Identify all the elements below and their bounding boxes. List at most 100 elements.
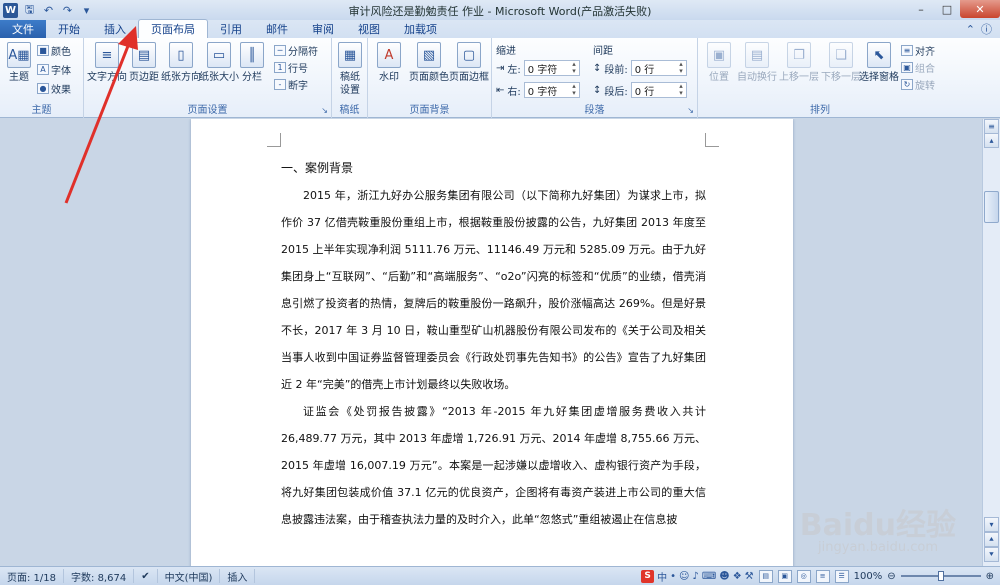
watermark-button[interactable]: A 水印 [370, 42, 408, 84]
align-button[interactable]: ≡ 对齐 [901, 43, 935, 58]
paper-size-button[interactable]: ▭ 纸张大小 [199, 42, 239, 84]
close-icon[interactable]: ✕ [960, 0, 1000, 18]
text-direction-button[interactable]: ≡ 文字方向 [87, 42, 127, 84]
scroll-down-icon[interactable]: ▾ [984, 517, 999, 532]
minimize-icon[interactable]: – [908, 0, 934, 18]
quick-access-toolbar: W 🖫 ↶ ↷ ▾ [0, 0, 94, 20]
next-page-icon[interactable]: ⯆ [984, 547, 999, 562]
ime-tools-icon[interactable]: ⚒ [745, 571, 754, 582]
paper-setup-button[interactable]: ▦ 稿纸设置 [332, 42, 368, 97]
line-numbers-button[interactable]: 1 行号 [274, 60, 308, 75]
group-objects-button[interactable]: ▣ 组合 [901, 60, 935, 75]
tab-references[interactable]: 引用 [208, 20, 254, 38]
page-setup-launcher-icon[interactable]: ↘ [321, 106, 328, 115]
outline-view-icon[interactable]: ≡ [815, 569, 830, 583]
theme-colors-button[interactable]: ■ 颜色 [37, 43, 71, 58]
vertical-scrollbar[interactable]: ≡ ▴ ▾ ⯅ ⯆ [982, 119, 1000, 566]
ime-punctuation-icon[interactable]: • [670, 571, 676, 582]
position-button[interactable]: ▣ 位置 [700, 42, 738, 84]
spin-arrows-icon[interactable]: ▴ ▾ [679, 83, 683, 97]
selection-pane-icon: ⬉ [867, 42, 891, 68]
document-body[interactable]: 一、案例背景 2015 年，浙江九好办公服务集团有限公司（以下简称九好集团）为谋… [281, 155, 706, 533]
ime-skin-icon[interactable]: ❖ [733, 571, 742, 582]
minimize-ribbon-icon[interactable]: ⌃ [966, 23, 975, 36]
ime-toolbar[interactable]: S 中 • ☺ ♪ ⌨ ☻ ❖ ⚒ [641, 569, 754, 584]
margins-button[interactable]: ▤ 页边距 [125, 42, 163, 84]
window-controls: – □ ✕ [908, 0, 1000, 20]
insert-mode[interactable]: 插入 [220, 569, 256, 584]
proofing-icon[interactable]: ✔ [134, 569, 158, 583]
space-after-input[interactable]: 0 行 ▴ ▾ [630, 82, 687, 98]
columns-button[interactable]: ║ 分栏 [237, 42, 267, 84]
scroll-thumb[interactable] [984, 191, 999, 223]
print-layout-view-icon[interactable]: ▤ [758, 569, 773, 583]
undo-icon[interactable]: ↶ [41, 3, 56, 18]
selection-pane-button[interactable]: ⬉ 选择窗格 [858, 42, 900, 84]
zoom-level[interactable]: 100% [854, 571, 883, 582]
effects-icon: ● [37, 83, 49, 94]
theme-effects-button[interactable]: ● 效果 [37, 81, 71, 96]
page-color-button[interactable]: ▧ 页面颜色 [409, 42, 449, 84]
page-borders-button[interactable]: ▢ 页面边框 [449, 42, 489, 84]
doc-paragraph: 证监会《处罚报告披露》“2013 年-2015 年九好集团虚增服务费收入共计 2… [281, 405, 706, 526]
ime-emoji-icon[interactable]: ☺ [679, 571, 689, 582]
rotate-icon: ↻ [901, 79, 913, 90]
theme-button[interactable]: A▦ 主题 [0, 42, 38, 84]
crop-mark-top-right [705, 133, 719, 147]
indent-left-input[interactable]: 0 字符 ▴ ▾ [523, 60, 580, 76]
redo-icon[interactable]: ↷ [60, 3, 75, 18]
indent-right-input[interactable]: 0 字符 ▴ ▾ [523, 82, 580, 98]
sogou-ime-icon[interactable]: S [641, 569, 655, 583]
tab-view[interactable]: 视图 [346, 20, 392, 38]
tab-file[interactable]: 文件 [0, 20, 46, 38]
group-page-setup: ≡ 文字方向 ▤ 页边距 ▯ 纸张方向 ▭ 纸张大小 ║ 分栏 ─ 分隔符 1 行号… [84, 38, 332, 118]
full-screen-view-icon[interactable]: ▣ [777, 569, 792, 583]
help-icon[interactable]: ⓘ [981, 21, 992, 37]
breaks-button[interactable]: ─ 分隔符 [274, 43, 318, 58]
rotate-button[interactable]: ↻ 旋转 [901, 77, 935, 92]
bring-forward-button[interactable]: ❐ 上移一层 [778, 42, 820, 84]
spin-arrows-icon[interactable]: ▴ ▾ [572, 61, 576, 75]
tab-review[interactable]: 审阅 [300, 20, 346, 38]
web-layout-view-icon[interactable]: ◎ [796, 569, 811, 583]
zoom-slider[interactable] [900, 571, 981, 581]
document-page[interactable]: 一、案例背景 2015 年，浙江九好办公服务集团有限公司（以下简称九好集团）为谋… [191, 119, 793, 566]
space-before-input[interactable]: 0 行 ▴ ▾ [630, 60, 687, 76]
orientation-button[interactable]: ▯ 纸张方向 [161, 42, 201, 84]
draft-view-icon[interactable]: ☰ [834, 569, 849, 583]
zoom-in-icon[interactable]: ⊕ [986, 571, 994, 582]
theme-fonts-button[interactable]: A 字体 [37, 62, 71, 77]
paragraph-launcher-icon[interactable]: ↘ [687, 106, 694, 115]
spacing-label: 间距 [593, 46, 613, 57]
word-count[interactable]: 字数: 8,674 [64, 569, 135, 584]
ime-user-icon[interactable]: ☻ [719, 571, 729, 582]
language-status[interactable]: 中文(中国) [158, 569, 221, 584]
send-backward-button[interactable]: ❏ 下移一层 [820, 42, 862, 84]
zoom-slider-knob[interactable] [937, 571, 944, 581]
word-logo-icon[interactable]: W [3, 2, 18, 18]
orientation-icon: ▯ [169, 42, 193, 68]
scroll-up-icon[interactable]: ▴ [984, 133, 999, 148]
tab-home[interactable]: 开始 [46, 20, 92, 38]
group-arrange: ▣ 位置 ▤ 自动换行 ❐ 上移一层 ❏ 下移一层 ⬉ 选择窗格 ≡ 对齐 ▣ 组合… [698, 38, 942, 118]
status-right: S 中 • ☺ ♪ ⌨ ☻ ❖ ⚒ ▤ ▣ ◎ ≡ ☰ 100% ⊖ ⊕ [641, 569, 1000, 584]
group-page-background: A 水印 ▧ 页面颜色 ▢ 页面边框 页面背景 [368, 38, 492, 118]
previous-page-icon[interactable]: ⯅ [984, 532, 999, 547]
spin-arrows-icon[interactable]: ▴ ▾ [572, 83, 576, 97]
zoom-out-icon[interactable]: ⊖ [887, 571, 895, 582]
tab-insert[interactable]: 插入 [92, 20, 138, 38]
save-icon[interactable]: 🖫 [22, 3, 37, 18]
tab-page-layout[interactable]: 页面布局 [138, 19, 208, 38]
tab-addins[interactable]: 加载项 [392, 20, 449, 38]
ime-voice-icon[interactable]: ♪ [692, 571, 698, 582]
maximize-icon[interactable]: □ [934, 0, 960, 18]
spin-arrows-icon[interactable]: ▴ ▾ [679, 61, 683, 75]
customize-icon[interactable]: ▾ [79, 3, 94, 18]
ime-keyboard-icon[interactable]: ⌨ [702, 571, 716, 582]
wrap-text-button[interactable]: ▤ 自动换行 [736, 42, 778, 84]
ruler-toggle-icon[interactable]: ≡ [984, 119, 999, 134]
page-count[interactable]: 页面: 1/18 [0, 569, 65, 584]
tab-mailings[interactable]: 邮件 [254, 20, 300, 38]
hyphenation-button[interactable]: - 断字 [274, 77, 308, 92]
watermark-icon: A [377, 42, 401, 68]
